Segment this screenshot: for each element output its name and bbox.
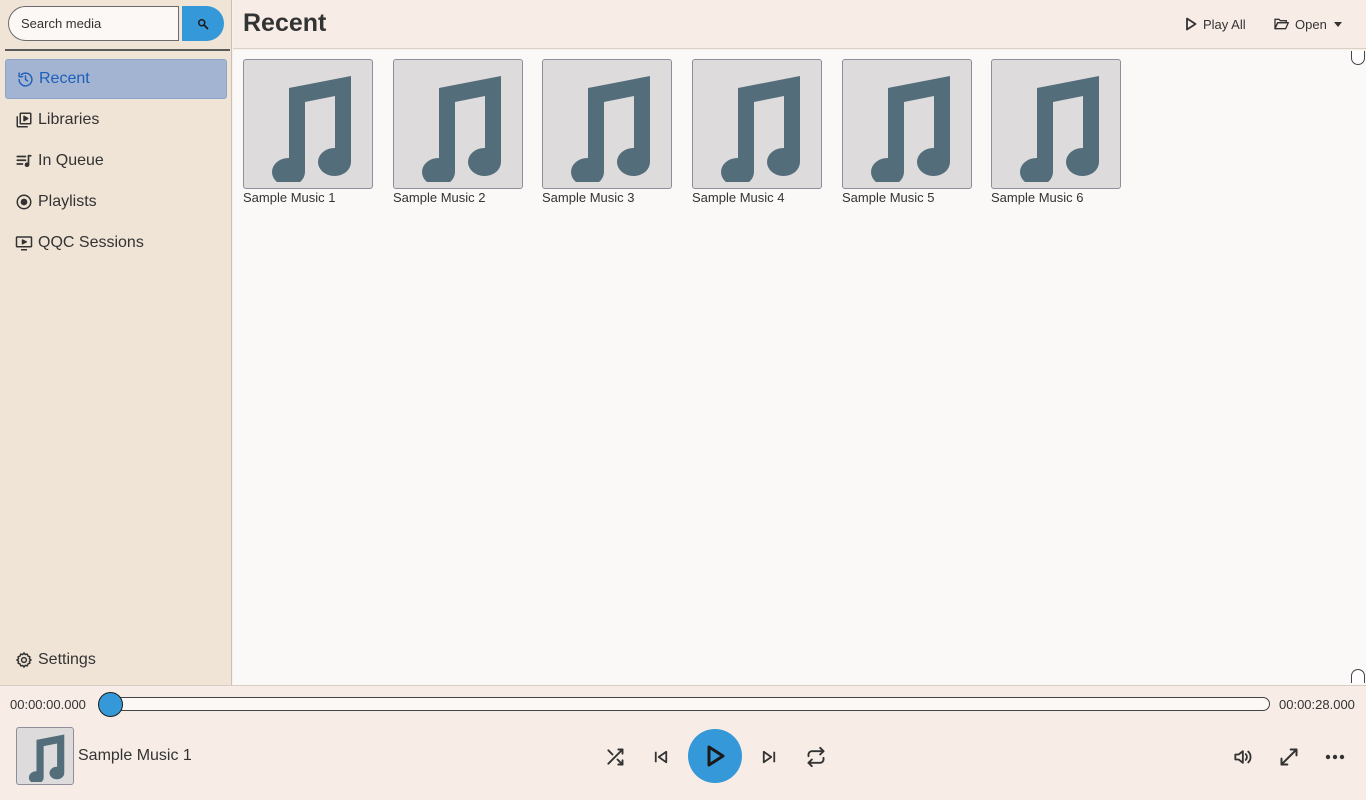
sidebar-item-label: Libraries bbox=[38, 111, 100, 128]
previous-button[interactable] bbox=[648, 744, 674, 770]
music-note-icon bbox=[393, 59, 523, 189]
media-tile[interactable]: Sample Music 6 bbox=[991, 59, 1121, 205]
media-title: Sample Music 1 bbox=[243, 190, 336, 205]
scrollbar-top-handle[interactable] bbox=[1351, 51, 1365, 65]
page-title: Recent bbox=[243, 9, 327, 37]
media-tile[interactable]: Sample Music 2 bbox=[393, 59, 523, 205]
sidebar-item-recent[interactable]: Recent bbox=[5, 59, 227, 99]
shuffle-icon bbox=[607, 748, 624, 766]
sidebar-item-settings[interactable]: Settings bbox=[5, 640, 227, 680]
open-label: Open bbox=[1295, 16, 1327, 32]
sidebar-item-label: QQC Sessions bbox=[38, 234, 144, 251]
play-all-button[interactable]: Play All bbox=[1185, 13, 1246, 35]
history-icon bbox=[16, 70, 34, 88]
now-playing-title: Sample Music 1 bbox=[78, 747, 192, 764]
media-tile[interactable]: Sample Music 3 bbox=[542, 59, 672, 205]
expand-icon bbox=[1280, 748, 1298, 766]
play-all-label: Play All bbox=[1203, 16, 1246, 32]
music-note-icon bbox=[28, 734, 65, 782]
next-button[interactable] bbox=[756, 744, 782, 770]
media-title: Sample Music 2 bbox=[393, 190, 486, 205]
sidebar-item-label: Playlists bbox=[38, 193, 97, 210]
volume-button[interactable] bbox=[1228, 743, 1256, 771]
sidebar-item-label: Settings bbox=[38, 651, 96, 668]
scrollbar-bottom-handle[interactable] bbox=[1351, 669, 1365, 683]
music-note-icon bbox=[991, 59, 1121, 189]
library-icon bbox=[15, 111, 33, 129]
repeat-icon bbox=[807, 747, 825, 767]
seek-handle[interactable] bbox=[98, 692, 123, 717]
media-tile[interactable]: Sample Music 5 bbox=[842, 59, 972, 205]
divider bbox=[5, 49, 230, 51]
skip-previous-icon bbox=[654, 750, 668, 764]
scrollbar[interactable] bbox=[1349, 50, 1366, 685]
search-bar bbox=[8, 6, 224, 42]
seek-slider[interactable] bbox=[100, 697, 1270, 711]
sidebar-item-qqc-sessions[interactable]: QQC Sessions bbox=[5, 223, 227, 263]
search-button[interactable] bbox=[182, 6, 224, 41]
player-bar: 00:00:00.000 00:00:28.000 Sample Music 1 bbox=[0, 685, 1366, 800]
open-button[interactable]: Open bbox=[1273, 13, 1342, 35]
sidebar-item-label: Recent bbox=[39, 70, 90, 87]
music-note-icon bbox=[692, 59, 822, 189]
media-title: Sample Music 6 bbox=[991, 190, 1084, 205]
fullscreen-button[interactable] bbox=[1275, 743, 1303, 771]
sidebar-item-in-queue[interactable]: In Queue bbox=[5, 141, 227, 181]
media-tile[interactable]: Sample Music 4 bbox=[692, 59, 822, 205]
now-playing-art bbox=[16, 727, 74, 785]
shuffle-button[interactable] bbox=[602, 744, 628, 770]
play-pause-button[interactable] bbox=[688, 729, 742, 783]
elapsed-time: 00:00:00.000 bbox=[10, 697, 86, 712]
media-tile[interactable]: Sample Music 1 bbox=[243, 59, 373, 205]
queue-music-icon bbox=[15, 152, 33, 170]
search-icon bbox=[198, 18, 209, 29]
album-icon bbox=[15, 193, 33, 211]
music-note-icon bbox=[542, 59, 672, 189]
sidebar-item-libraries[interactable]: Libraries bbox=[5, 100, 227, 140]
volume-icon bbox=[1234, 750, 1252, 764]
sidebar-item-playlists[interactable]: Playlists bbox=[5, 182, 227, 222]
more-options-button[interactable] bbox=[1321, 743, 1349, 771]
skip-next-icon bbox=[762, 750, 776, 764]
folder-open-icon bbox=[1274, 18, 1289, 30]
media-title: Sample Music 4 bbox=[692, 190, 785, 205]
search-input[interactable] bbox=[8, 6, 179, 41]
music-note-icon bbox=[842, 59, 972, 189]
more-horizontal-icon bbox=[1325, 754, 1345, 760]
media-title: Sample Music 3 bbox=[542, 190, 635, 205]
media-title: Sample Music 5 bbox=[842, 190, 935, 205]
play-icon bbox=[1186, 17, 1197, 31]
chevron-down-icon bbox=[1333, 21, 1342, 27]
screen-play-icon bbox=[15, 234, 33, 252]
page-header: Recent Play All Open bbox=[233, 0, 1366, 49]
duration-time: 00:00:28.000 bbox=[1279, 697, 1355, 712]
play-icon bbox=[707, 745, 725, 767]
gear-icon bbox=[15, 651, 33, 669]
sidebar-item-label: In Queue bbox=[38, 152, 104, 169]
sidebar: Recent Libraries In Queue Playlists bbox=[0, 0, 232, 685]
music-note-icon bbox=[243, 59, 373, 189]
repeat-button[interactable] bbox=[802, 743, 830, 771]
